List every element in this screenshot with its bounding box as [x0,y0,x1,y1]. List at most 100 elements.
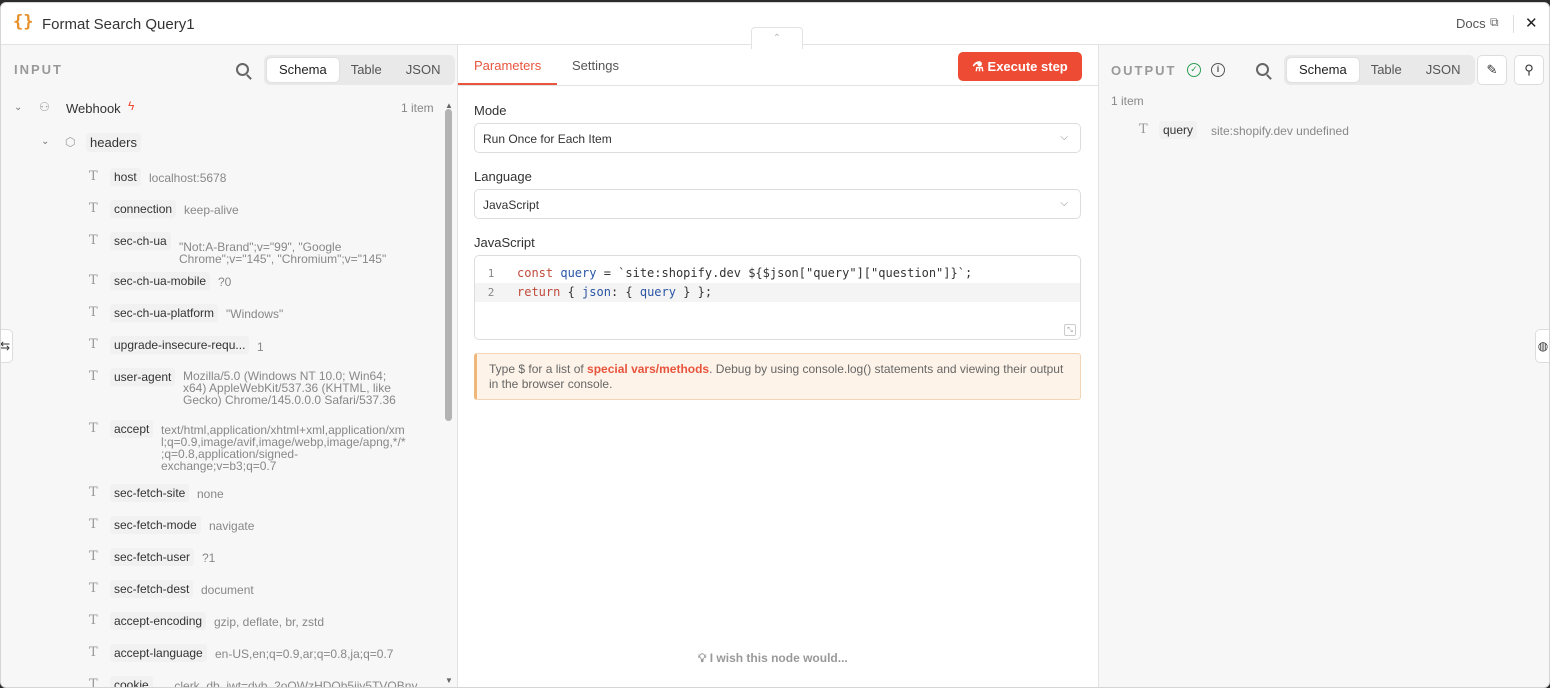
flask-icon: ⚗ [972,59,984,74]
item-count: 1 item [401,101,434,115]
feedback-link[interactable]: 💡︎ I wish this node would... [698,651,848,666]
parameter-tabs: Parameters Settings ⚗ Execute step [458,45,1098,86]
mode-select[interactable]: Run Once for Each Item ⌵ [474,123,1081,153]
scroll-down-icon[interactable]: ▼ [445,676,453,685]
input-tab-table[interactable]: Table [339,58,394,82]
string-type-icon: T [1139,122,1148,137]
string-type-icon: T [89,201,98,216]
field-key[interactable]: cookie [110,676,153,687]
field-value: Mozilla/5.0 (Windows NT 10.0; Win64; x64… [183,369,396,407]
tab-settings[interactable]: Settings [572,58,619,73]
node-details-dialog: {} Format Search Query1 Docs ⧉ ✕ ⌃ INPUT… [0,2,1550,688]
field-key[interactable]: user-agent [110,368,176,386]
field-key[interactable]: sec-ch-ua-platform [110,304,219,322]
input-scrollbar-thumb[interactable] [445,109,452,421]
output-item-count: 1 item [1111,94,1144,108]
field-value: "Windows" [226,307,284,321]
external-link-icon[interactable]: ⧉ [1490,15,1499,30]
field-value: "Not:A-Brand";v="99", "Google Chrome";v=… [179,240,387,266]
collapse-input-icon[interactable]: ⇆ [1,329,13,363]
code-line[interactable]: 1 const query = `site:shopify.dev ${$jso… [475,264,1080,283]
search-icon[interactable] [1256,63,1269,76]
string-type-icon: T [89,337,98,352]
output-panel: OUTPUT ✓ i Schema Table JSON ✎ ⚲ 1 item … [1098,45,1549,687]
code-text[interactable]: return { json: { query } }; [517,283,712,302]
headers-key[interactable]: headers [86,133,141,152]
field-value: text/html,application/xhtml+xml,applicat… [161,423,406,473]
code-hint-notice: Type $ for a list of special vars/method… [474,353,1081,400]
field-key[interactable]: sec-fetch-site [110,484,190,502]
mode-value: Run Once for Each Item [483,132,612,146]
info-icon[interactable]: i [1211,63,1225,77]
success-check-icon: ✓ [1187,63,1201,77]
input-tab-json[interactable]: JSON [394,58,453,82]
string-type-icon: T [89,677,98,688]
chevron-down-icon[interactable]: ⌄ [41,136,49,147]
panel-drag-handle[interactable]: ⌃ [751,27,803,49]
string-type-icon: T [89,613,98,628]
output-view-switcher: Schema Table JSON [1284,55,1476,85]
hint-prefix: Type $ for a list of [489,362,588,376]
language-label: Language [474,169,532,184]
scroll-up-icon[interactable]: ▲ [445,101,453,110]
execute-step-button[interactable]: ⚗ Execute step [958,52,1082,81]
string-type-icon: T [89,517,98,532]
node-title[interactable]: Format Search Query1 [42,16,195,33]
tab-parameters[interactable]: Parameters [474,58,541,73]
expand-editor-icon[interactable]: ⤡ [1064,324,1076,336]
field-key[interactable]: sec-ch-ua-mobile [110,272,211,290]
webhook-icon: ⚇ [39,100,50,114]
field-value: keep-alive [184,203,239,217]
field-key[interactable]: sec-fetch-mode [110,516,201,534]
execute-step-label: Execute step [987,59,1068,74]
field-value: en-US,en;q=0.9,ar;q=0.8,ja;q=0.7 [215,647,394,661]
code-text[interactable]: const query = `site:shopify.dev ${$json[… [517,264,972,283]
code-label: JavaScript [474,235,535,250]
field-key[interactable]: sec-ch-ua [110,232,171,250]
code-editor[interactable]: 1 const query = `site:shopify.dev ${$jso… [474,255,1081,340]
edit-output-button[interactable]: ✎ [1477,55,1507,85]
field-key[interactable]: accept-language [110,644,207,662]
trigger-bolt-icon: ϟ [128,99,135,113]
globe-icon[interactable]: ◍ [1535,329,1549,363]
line-number: 1 [487,267,495,280]
output-field-key[interactable]: query [1159,121,1198,139]
chevron-down-icon: ⌵ [1060,198,1068,209]
special-vars-link[interactable]: special vars/methods [587,362,709,376]
field-key[interactable]: upgrade-insecure-requ... [110,336,250,354]
field-value: gzip, deflate, br, zstd [214,615,325,629]
output-tab-schema[interactable]: Schema [1287,58,1359,82]
close-icon[interactable]: ✕ [1525,14,1538,32]
string-type-icon: T [89,581,98,596]
language-value: JavaScript [483,198,540,212]
line-number: 2 [487,286,495,299]
pin-data-button[interactable]: ⚲ [1514,55,1544,85]
field-key[interactable]: sec-fetch-dest [110,580,194,598]
output-field-value: site:shopify.dev undefined [1211,124,1349,138]
field-key[interactable]: accept [110,420,154,438]
field-key[interactable]: accept-encoding [110,612,207,630]
header-divider [1513,15,1514,33]
string-type-icon: T [89,305,98,320]
field-key[interactable]: connection [110,200,177,218]
output-panel-title: OUTPUT [1111,63,1177,78]
field-key[interactable]: sec-fetch-user [110,548,195,566]
search-icon[interactable] [236,63,249,76]
field-value: document [201,583,254,597]
docs-link[interactable]: Docs [1456,16,1486,31]
output-tab-json[interactable]: JSON [1414,58,1473,82]
input-panel: INPUT Schema Table JSON ⌄ ⚇ Webhook ϟ 1 … [1,45,458,688]
field-value: ?1 [202,551,216,565]
input-tab-schema[interactable]: Schema [267,58,339,82]
chevron-down-icon[interactable]: ⌄ [14,102,22,113]
field-value: navigate [209,519,255,533]
string-type-icon: T [89,273,98,288]
code-node-icon: {} [13,12,34,32]
language-select[interactable]: JavaScript ⌵ [474,189,1081,219]
string-type-icon: T [89,549,98,564]
output-tab-table[interactable]: Table [1359,58,1414,82]
field-key[interactable]: host [110,168,141,186]
code-line[interactable]: 2 return { json: { query } }; [475,283,1080,302]
webhook-label[interactable]: Webhook [66,101,121,116]
active-tab-indicator [458,83,557,85]
